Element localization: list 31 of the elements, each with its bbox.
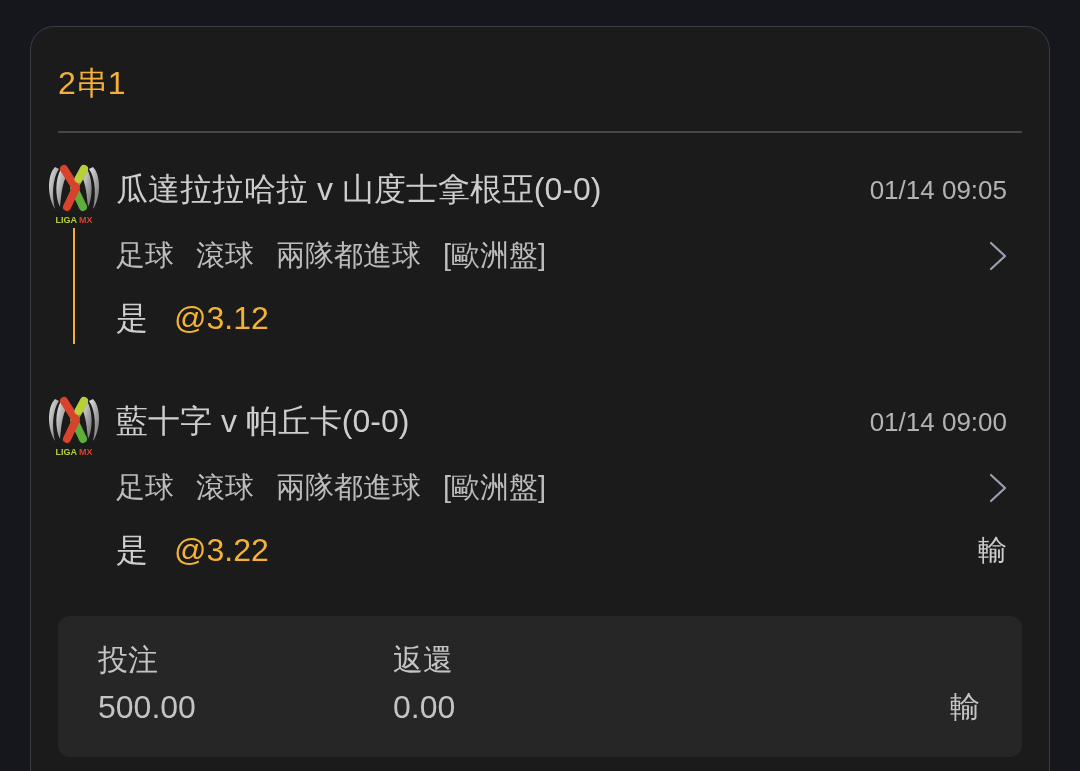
market-tag: [歐洲盤] — [443, 468, 547, 508]
market-tag: 兩隊都進球 — [276, 236, 421, 276]
return-label: 返還 — [393, 642, 453, 678]
match-time: 01/14 09:05 — [869, 174, 1007, 206]
logo-text: MX — [79, 446, 93, 459]
stake-amount: 500.00 — [98, 688, 196, 727]
league-logo-icon — [46, 395, 102, 445]
market-tag: 滾球 — [196, 236, 254, 276]
selection-text: 是 — [116, 531, 148, 570]
logo-text: MX — [79, 214, 93, 227]
stake-label: 投注 — [98, 642, 158, 678]
logo-text: LIGA — [55, 214, 77, 227]
market-tag: 兩隊都進球 — [276, 468, 421, 508]
league-logo-icon — [46, 163, 102, 213]
market-tag: 足球 — [116, 468, 174, 508]
match-title: 藍十字 v 帕丘卡(0-0) — [116, 402, 410, 441]
odds-text: @3.12 — [174, 300, 269, 337]
match-time: 01/14 09:00 — [869, 406, 1007, 438]
bet-type-title: 2串1 — [58, 64, 126, 103]
bet-status: 輸 — [950, 689, 980, 725]
match-title: 瓜達拉拉哈拉 v 山度士拿根亞(0-0) — [116, 170, 602, 209]
market-tag: 足球 — [116, 236, 174, 276]
selection-text: 是 — [116, 299, 148, 338]
market-tag: 滾球 — [196, 468, 254, 508]
return-amount: 0.00 — [393, 688, 456, 727]
logo-text: LIGA — [55, 446, 77, 459]
market-tag: [歐洲盤] — [443, 236, 547, 276]
chevron-right-icon[interactable] — [989, 473, 1007, 503]
odds-text: @3.22 — [174, 532, 269, 569]
leg-result: 輸 — [978, 533, 1007, 568]
chevron-right-icon[interactable] — [989, 241, 1007, 271]
